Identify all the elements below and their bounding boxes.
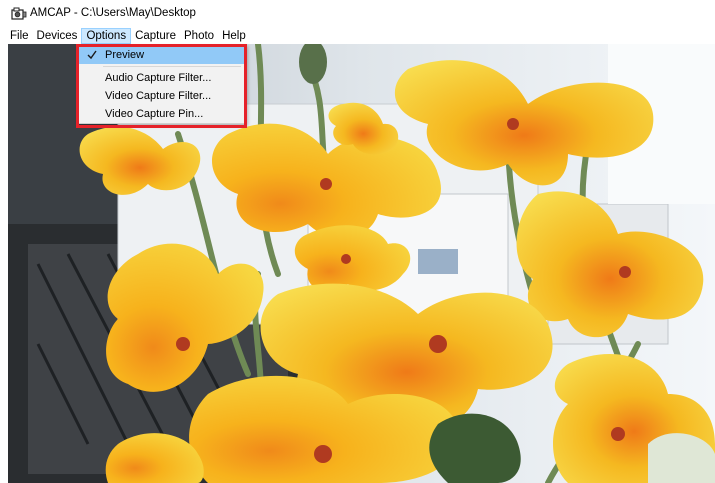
menu-item-preview[interactable]: Preview [77,46,245,64]
menu-item-label: Preview [105,49,145,61]
menu-photo[interactable]: Photo [180,28,218,44]
options-dropdown-menu: Preview Audio Capture Filter... Video Ca… [76,44,246,124]
menu-item-label: Video Capture Filter... [105,90,212,102]
menu-item-video-capture-pin[interactable]: Video Capture Pin... [77,105,245,123]
menu-item-label: Video Capture Pin... [105,108,204,120]
menu-devices[interactable]: Devices [33,28,82,44]
menu-capture[interactable]: Capture [131,28,180,44]
camera-app-icon [11,7,27,20]
menu-bar: File Devices Options Capture Photo Help [0,28,715,44]
checkmark-icon [87,50,97,60]
menu-help[interactable]: Help [218,28,250,44]
menu-item-label: Audio Capture Filter... [105,72,212,84]
menu-item-video-capture-filter[interactable]: Video Capture Filter... [77,87,245,105]
menu-file[interactable]: File [6,28,33,44]
menu-item-audio-capture-filter[interactable]: Audio Capture Filter... [77,69,245,87]
window-title: AMCAP - C:\Users\May\Desktop [30,7,196,19]
menu-separator [103,66,241,67]
title-bar: AMCAP - C:\Users\May\Desktop [0,0,715,28]
menu-options[interactable]: Options [81,28,132,44]
